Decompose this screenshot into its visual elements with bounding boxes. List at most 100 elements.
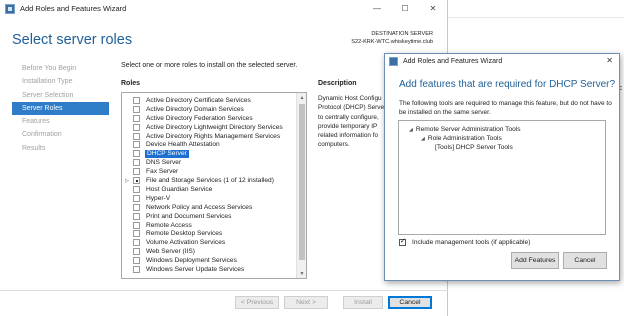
role-label: Volume Activation Services (146, 239, 226, 247)
next-button[interactable]: Next > (284, 296, 328, 309)
role-checkbox[interactable] (133, 141, 140, 149)
window-controls: — ☐ ✕ (363, 0, 447, 17)
role-label: Print and Document Services (146, 212, 232, 220)
tree-node-label: Role Administration Tools (427, 135, 502, 142)
description-text: Dynamic Host Configu Protocol (DHCP) Serv… (318, 94, 384, 150)
role-label: Windows Deployment Services (146, 257, 237, 265)
add-features-dialog: Add Roles and Features Wizard ✕ Add feat… (384, 53, 620, 281)
role-checkbox[interactable] (133, 114, 140, 122)
role-label: File and Storage Services (1 of 12 insta… (146, 177, 274, 185)
description-header: Description (318, 80, 357, 87)
footer-divider (0, 290, 448, 291)
maximize-button[interactable]: ☐ (391, 0, 419, 17)
tree-node[interactable]: [Tools] DHCP Server Tools (435, 144, 513, 151)
wizard-steps-sidebar: Before You Begin Installation Type Server … (12, 62, 109, 155)
role-label: Active Directory Federation Services (146, 114, 253, 122)
server-manager-icon (5, 3, 15, 14)
role-checkbox[interactable] (133, 212, 140, 220)
roles-header: Roles (121, 80, 141, 87)
required-features-tree[interactable]: ◢ Remote Server Administration Tools ◢ Role… (398, 120, 606, 235)
destination-server-name: S22-KRK-WTC.whiskeytime.club (351, 38, 433, 45)
sidebar-item-installation-type[interactable]: Installation Type (12, 75, 109, 88)
role-checkbox[interactable] (133, 105, 140, 113)
role-checkbox[interactable] (133, 150, 140, 158)
dialog-close-button[interactable]: ✕ (606, 56, 613, 65)
role-label: Fax Server (146, 168, 179, 176)
sidebar-item-features[interactable]: Features (12, 115, 109, 128)
description-line: related information fo (318, 132, 379, 140)
description-line: provide temporary IP (318, 122, 378, 130)
sidebar-item-before-you-begin[interactable]: Before You Begin (12, 62, 109, 75)
dialog-window-title: Add Roles and Features Wizard (403, 58, 503, 65)
destination-server-info: DESTINATION SERVER S22-KRK-WTC.whiskeyti… (351, 31, 433, 46)
role-checkbox[interactable] (133, 248, 140, 256)
collapse-arrow-icon[interactable]: ◢ (409, 127, 413, 133)
install-button[interactable]: Install (343, 296, 383, 309)
instructions-text: Select one or more roles to install on t… (121, 62, 298, 69)
add-features-button[interactable]: Add Features (511, 252, 559, 269)
include-tools-checkbox-row[interactable]: Include management tools (if applicable) (399, 237, 531, 246)
sidebar-item-confirmation[interactable]: Confirmation (12, 128, 109, 141)
server-manager-icon (389, 57, 398, 66)
role-label: Remote Desktop Services (146, 230, 223, 238)
dialog-titlebar: Add Roles and Features Wizard ✕ (385, 54, 619, 69)
previous-button[interactable]: < Previous (235, 296, 279, 309)
role-checkbox[interactable] (133, 177, 140, 185)
page-title: Select server roles (12, 32, 133, 48)
sidebar-item-results[interactable]: Results (12, 142, 109, 155)
role-label: Active Directory Lightweight Directory S… (146, 123, 283, 131)
role-checkbox[interactable] (133, 203, 140, 211)
role-checkbox[interactable] (133, 194, 140, 202)
role-checkbox[interactable] (133, 168, 140, 176)
roles-scrollbar[interactable]: ▲ ▼ (296, 93, 306, 278)
wizard-window: Add Roles and Features Wizard — ☐ ✕ Sele… (0, 0, 448, 316)
role-checkbox[interactable] (133, 132, 140, 140)
role-checkbox[interactable] (133, 123, 140, 131)
role-label: Host Guardian Service (146, 185, 213, 193)
sidebar-item-server-selection[interactable]: Server Selection (12, 89, 109, 102)
role-label: Windows Server Update Services (146, 266, 245, 274)
tree-node[interactable]: ◢ Role Administration Tools (421, 135, 502, 142)
description-line: to centrally configure, (318, 113, 379, 121)
include-tools-label: Include management tools (if applicable) (412, 239, 531, 246)
description-line: Dynamic Host Configu (318, 95, 382, 102)
scrollbar-thumb[interactable] (299, 104, 305, 260)
dialog-cancel-button[interactable]: Cancel (563, 252, 607, 269)
role-checkbox[interactable] (133, 185, 140, 193)
wizard-window-title: Add Roles and Features Wizard (20, 4, 127, 13)
roles-list-box[interactable]: Active Directory Certificate Services Act… (121, 92, 307, 279)
destination-label: DESTINATION SERVER (371, 31, 433, 37)
scroll-up-icon[interactable]: ▲ (297, 93, 306, 102)
role-checkbox[interactable] (133, 266, 140, 274)
role-label: Active Directory Rights Management Servi… (146, 132, 281, 140)
role-checkbox[interactable] (133, 239, 140, 247)
minimize-button[interactable]: — (363, 0, 391, 17)
scroll-down-icon[interactable]: ▼ (297, 269, 306, 278)
tree-node[interactable]: ◢ Remote Server Administration Tools (409, 126, 521, 133)
wizard-titlebar: Add Roles and Features Wizard — ☐ ✕ (0, 0, 447, 17)
role-label: DNS Server (146, 159, 182, 167)
close-button[interactable]: ✕ (419, 0, 447, 17)
role-checkbox[interactable] (133, 221, 140, 229)
role-checkbox[interactable] (133, 96, 140, 104)
dialog-text: The following tools are required to mana… (399, 100, 612, 116)
role-checkbox[interactable] (133, 257, 140, 265)
role-label: Device Health Attestation (146, 141, 220, 149)
role-label: Active Directory Certificate Services (146, 96, 251, 104)
include-tools-checkbox[interactable] (399, 237, 406, 246)
expand-arrow-icon[interactable]: ▷ (125, 178, 131, 184)
role-label: Network Policy and Access Services (146, 203, 253, 211)
role-label: Remote Access (146, 221, 192, 229)
cancel-button[interactable]: Cancel (388, 296, 432, 309)
role-checkbox[interactable] (133, 230, 140, 238)
tree-node-label: [Tools] DHCP Server Tools (435, 144, 513, 151)
role-label: Web Server (IIS) (146, 248, 195, 256)
sidebar-item-server-roles[interactable]: Server Roles (12, 101, 109, 116)
collapse-arrow-icon[interactable]: ◢ (421, 136, 425, 142)
role-label: Hyper-V (146, 194, 171, 202)
role-checkbox[interactable] (133, 159, 140, 167)
role-label: DHCP Server (145, 149, 189, 159)
description-line: computers. (318, 141, 350, 149)
description-line: Protocol (DHCP) Serve (318, 104, 384, 112)
dialog-heading: Add features that are required for DHCP … (399, 79, 616, 90)
